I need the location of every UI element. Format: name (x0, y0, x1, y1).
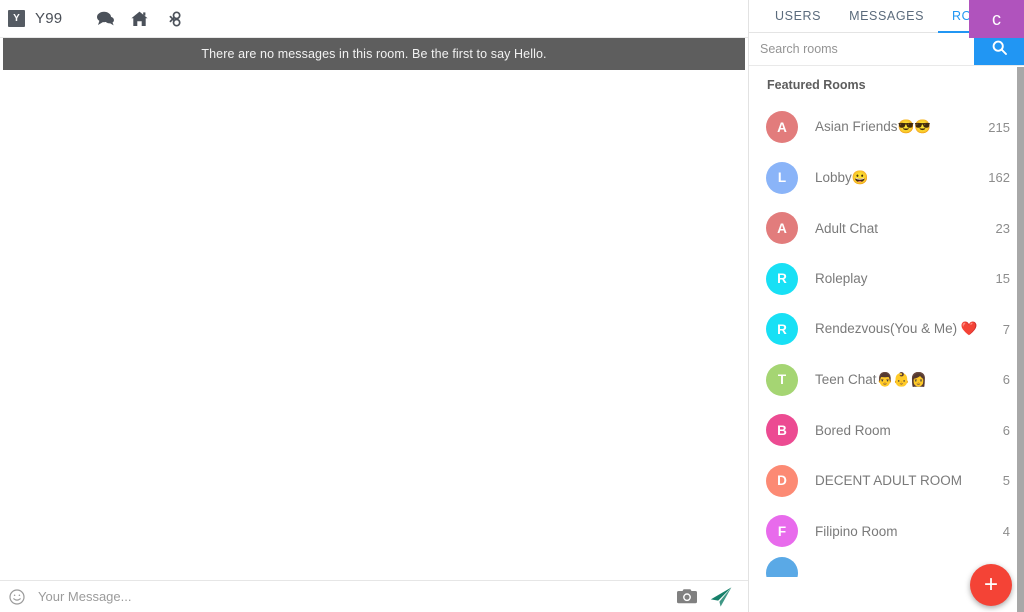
room-name: Rendezvous(You & Me) ❤️ (815, 321, 978, 337)
room-avatar-initial: A (777, 220, 787, 236)
search-rooms-input[interactable] (749, 33, 974, 65)
room-user-count: 23 (995, 220, 1010, 236)
message-input[interactable] (30, 589, 670, 604)
room-avatar-initial: D (777, 473, 787, 489)
room-name: Adult Chat (815, 220, 879, 236)
room-avatar: T (766, 363, 798, 396)
room-list-item[interactable]: A Adult Chat 23 (749, 203, 1024, 254)
brand-logo-letter: Y (13, 13, 20, 24)
plus-icon: + (983, 571, 998, 598)
room-list-item[interactable]: T Teen Chat👨👶👩 6 (749, 354, 1024, 405)
create-room-fab-button[interactable]: + (970, 564, 1012, 606)
search-icon (992, 40, 1007, 58)
user-avatar-letter: c (992, 8, 1001, 29)
room-name: DECENT ADULT ROOM (815, 473, 963, 489)
tab-users[interactable]: USERS (761, 0, 835, 33)
home-icon[interactable] (122, 0, 156, 38)
room-avatar: F (766, 515, 798, 548)
room-avatar: B (766, 414, 798, 447)
room-name: Filipino Room (815, 523, 898, 539)
room-list-item[interactable]: R Roleplay 15 (749, 253, 1024, 304)
room-name: Asian Friends😎😎 (815, 119, 932, 135)
room-avatar (766, 556, 798, 577)
room-user-count: 6 (1002, 372, 1010, 388)
brand-title: Y99 (35, 10, 63, 27)
app-root: Y Y99 There are no messages in this room… (0, 0, 1024, 612)
featured-rooms-heading: Featured Rooms (767, 78, 866, 92)
room-user-count: 15 (995, 271, 1010, 287)
camera-icon[interactable] (670, 583, 704, 611)
room-avatar: R (766, 313, 798, 346)
chat-column: Y Y99 There are no messages in this room… (0, 0, 748, 612)
messages-area (0, 70, 748, 580)
room-user-count: 5 (1002, 473, 1010, 489)
empty-room-notice: There are no messages in this room. Be t… (3, 38, 745, 70)
top-navigation-bar: Y Y99 (0, 0, 748, 38)
send-button[interactable] (704, 583, 738, 611)
room-list-item[interactable]: A Asian Friends😎😎 215 (749, 102, 1024, 153)
tab-messages[interactable]: MESSAGES (835, 0, 938, 33)
room-name: Lobby😀 (815, 169, 869, 185)
user-avatar[interactable]: c (969, 0, 1024, 38)
message-composer (0, 580, 748, 612)
room-list-item[interactable]: D DECENT ADULT ROOM 5 (749, 455, 1024, 506)
room-list-item[interactable]: R Rendezvous(You & Me) ❤️ 7 (749, 304, 1024, 355)
room-name: Bored Room (815, 422, 891, 438)
room-avatar: D (766, 464, 798, 497)
emoji-picker-icon[interactable] (4, 584, 30, 610)
room-list-item[interactable]: B Bored Room 6 (749, 405, 1024, 456)
room-name: Roleplay (815, 271, 868, 287)
rooms-list-scroll[interactable]: Featured Rooms A Asian Friends😎😎 215 L Lobby… (749, 66, 1024, 612)
room-name: Teen Chat👨👶👩 (815, 371, 927, 387)
room-avatar: A (766, 111, 798, 144)
room-user-count: 215 (988, 119, 1010, 135)
room-user-count: 7 (1002, 321, 1010, 337)
room-list-item[interactable]: F Filipino Room 4 (749, 506, 1024, 557)
room-avatar-initial: R (777, 271, 787, 287)
room-avatar-initial: T (777, 372, 787, 388)
right-side-panel: USERS MESSAGES ROOMS Featured Rooms AAsi… (748, 0, 1024, 612)
room-avatar-initial: L (777, 170, 787, 186)
rooms-list: A Asian Friends😎😎 215 L Lobby😀 162 A Adult Chat… (749, 102, 1024, 577)
room-list-item[interactable]: L Lobby😀 162 (749, 152, 1024, 203)
room-user-count: 6 (1002, 422, 1010, 438)
brand-logo-icon: Y (8, 10, 25, 27)
link-icon[interactable] (156, 0, 190, 38)
room-user-count: 162 (988, 170, 1010, 186)
room-avatar-initial: A (777, 119, 787, 135)
panel-scrollbar[interactable] (1017, 67, 1024, 612)
room-avatar: L (766, 161, 798, 194)
chat-icon[interactable] (88, 0, 122, 38)
room-avatar-initial: B (777, 422, 787, 438)
room-avatar: A (766, 212, 798, 245)
room-avatar: R (766, 262, 798, 295)
room-avatar-initial: R (777, 321, 787, 337)
room-avatar-initial: F (777, 523, 787, 539)
room-notice-wrapper: There are no messages in this room. Be t… (0, 38, 748, 70)
room-user-count: 4 (1002, 523, 1010, 539)
